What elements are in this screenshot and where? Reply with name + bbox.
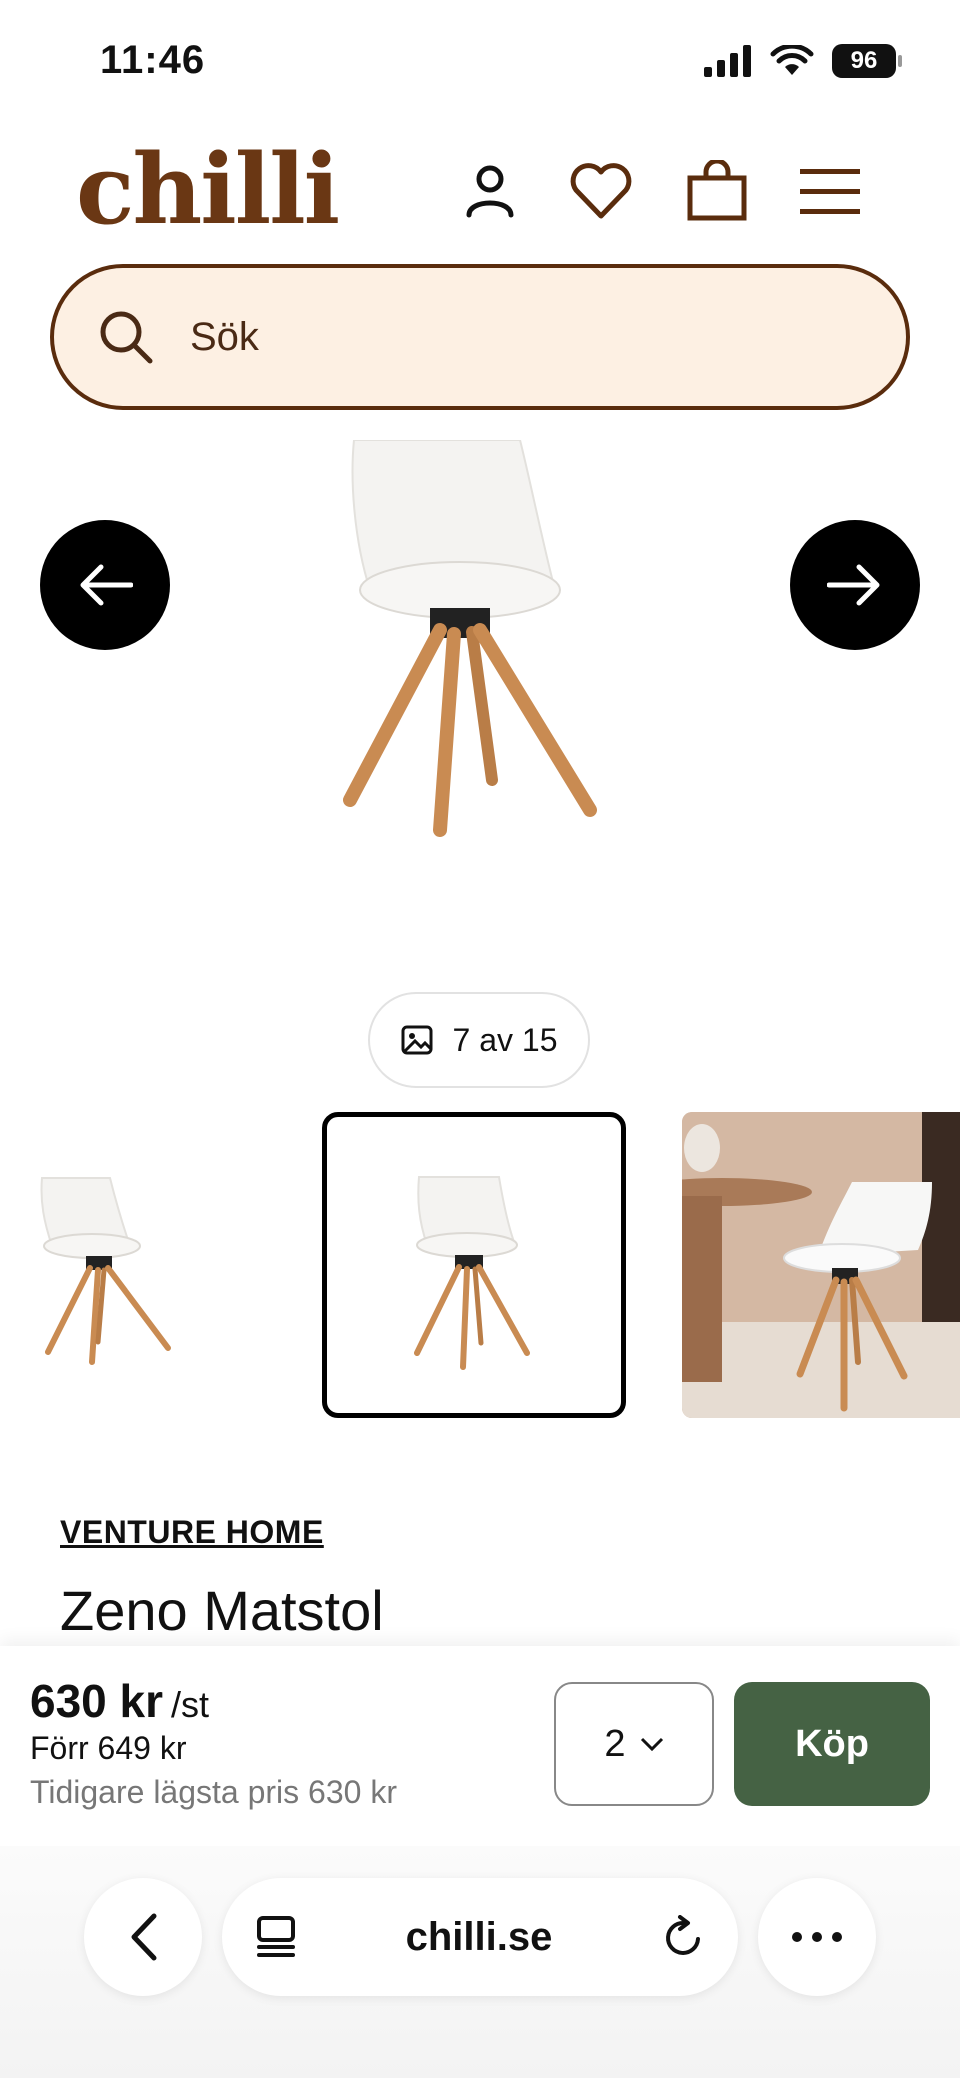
signal-icon xyxy=(704,45,751,77)
product-image-chair[interactable] xyxy=(330,440,630,860)
status-icons: 96 xyxy=(704,44,902,78)
site-header: chilli xyxy=(0,140,960,250)
browser-address-bar[interactable]: chilli.se xyxy=(222,1878,738,1996)
thumbnail-8-room[interactable] xyxy=(682,1112,960,1418)
image-icon xyxy=(401,1025,433,1055)
heart-icon[interactable] xyxy=(568,162,634,220)
search-placeholder: Sök xyxy=(190,314,259,359)
previous-image-button[interactable] xyxy=(40,520,170,650)
buy-bar: 630 kr/st Förr 649 kr Tidigare lägsta pr… xyxy=(0,1646,960,1846)
status-bar: 11:46 96 xyxy=(0,0,960,130)
quantity-value: 2 xyxy=(604,1722,626,1765)
browser-url: chilli.se xyxy=(405,1914,553,1959)
buy-button[interactable]: Köp xyxy=(734,1682,930,1806)
brand-link[interactable]: VENTURE HOME xyxy=(60,1514,324,1551)
browser-toolbar: chilli.se xyxy=(0,1846,960,2078)
quantity-select[interactable]: 2 xyxy=(554,1682,714,1806)
reload-icon[interactable] xyxy=(662,1915,704,1959)
shopping-bag-icon[interactable] xyxy=(686,160,748,222)
lowest-price-note: Tidigare lägsta pris 630 kr xyxy=(30,1774,397,1810)
arrow-left-icon xyxy=(80,564,133,606)
browser-back-button[interactable] xyxy=(84,1878,202,1996)
browser-more-button[interactable] xyxy=(758,1878,876,1996)
search-icon xyxy=(100,311,153,364)
account-icon[interactable] xyxy=(464,163,516,219)
status-time: 11:46 xyxy=(100,38,206,82)
next-image-button[interactable] xyxy=(790,520,920,650)
image-counter-label: 7 av 15 xyxy=(452,1021,558,1058)
header-actions xyxy=(464,160,860,222)
battery-indicator: 96 xyxy=(832,44,902,78)
price: 630 kr/st xyxy=(30,1674,209,1728)
wifi-icon xyxy=(770,45,814,75)
price-unit: /st xyxy=(171,1684,210,1725)
price-value: 630 kr xyxy=(30,1675,164,1727)
product-title: Zeno Matstol xyxy=(60,1579,384,1642)
product-gallery xyxy=(0,440,960,980)
chevron-down-icon xyxy=(640,1737,663,1751)
thumbnail-7-selected[interactable] xyxy=(322,1112,626,1418)
more-icon xyxy=(792,1932,842,1942)
menu-icon[interactable] xyxy=(800,167,860,215)
thumbnail-6[interactable] xyxy=(0,1112,280,1418)
image-counter[interactable]: 7 av 15 xyxy=(368,992,590,1088)
search-input[interactable]: Sök xyxy=(50,264,910,410)
chevron-left-icon xyxy=(131,1913,157,1961)
previous-price: Förr 649 kr xyxy=(30,1730,187,1766)
tabs-icon[interactable] xyxy=(256,1915,296,1959)
arrow-right-icon xyxy=(827,564,880,606)
thumbnail-strip xyxy=(0,1112,960,1418)
chilli-logo[interactable]: chilli xyxy=(76,140,340,240)
